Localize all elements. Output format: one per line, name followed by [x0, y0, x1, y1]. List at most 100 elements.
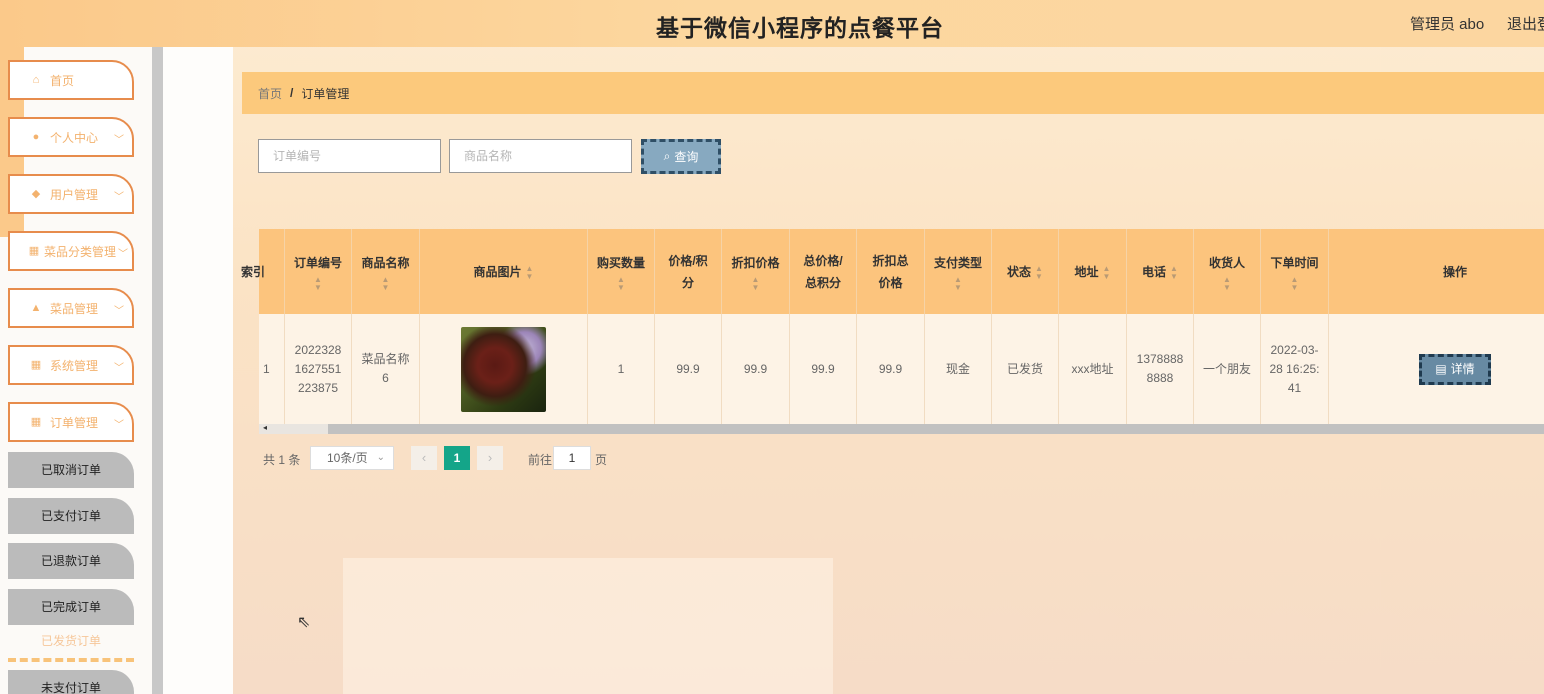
sidebar-item-profile[interactable]: ● 个人中心 ﹀ [8, 117, 134, 157]
col-header-product-name[interactable]: 商品名称 ▲ ▼ [352, 229, 420, 314]
detail-button-label: 详情 [1450, 361, 1475, 376]
sort-icon[interactable]: ▲ ▼ [1291, 275, 1299, 292]
orders-table: 索引 订单编号 ▲ ▼ 商品名称 ▲ ▼ 商品图片 ▲ ▼ 购买数量 ▲ ▼ 价格/积分 折扣价… [241, 229, 1544, 434]
sidebar-subitem-completed[interactable]: 已完成订单 [8, 589, 134, 625]
col-header-quantity[interactable]: 购买数量 ▲ ▼ [588, 229, 655, 314]
sidebar-item-label: 首页 [50, 73, 75, 88]
cell-order-time: 2022-03-28 16:25:41 [1261, 314, 1329, 424]
chevron-down-icon: ﹀ [118, 249, 128, 260]
header-label: 状态 [1007, 264, 1032, 279]
col-header-price[interactable]: 价格/积分 [655, 229, 722, 314]
sort-icon[interactable]: ▲ ▼ [954, 275, 962, 292]
sort-icon[interactable]: ▲ ▼ [1103, 264, 1111, 281]
cell-price: 99.9 [655, 314, 722, 424]
logout-link[interactable]: 退出登 [1507, 13, 1544, 34]
sort-icon[interactable]: ▲ ▼ [1035, 264, 1043, 281]
header-label: 电话 [1142, 264, 1167, 279]
goto-label: 前往 [528, 453, 553, 467]
user-icon: ● [32, 131, 40, 143]
cell-order-no: 20223281627551223875 [285, 314, 352, 424]
sidebar-item-users[interactable]: ◆ 用户管理 ﹀ [8, 174, 134, 214]
col-header-status[interactable]: 状态 ▲ ▼ [992, 229, 1059, 314]
cell-total: 99.9 [790, 314, 857, 424]
order-no-search-input[interactable] [258, 139, 441, 173]
col-header-pay-type[interactable]: 支付类型 ▲ ▼ [925, 229, 992, 314]
prev-page-button[interactable]: ‹ [411, 446, 437, 470]
sort-icon[interactable]: ▲ ▼ [526, 264, 534, 281]
col-header-total[interactable]: 总价格/总积分 [790, 229, 857, 314]
page-size-select[interactable]: 10条/页 ⌄ [310, 446, 394, 470]
sidebar-item-label: 菜品管理 [50, 301, 99, 316]
sidebar-scrollbar[interactable] [152, 47, 163, 694]
thumb-icon: ▲ [30, 302, 42, 314]
breadcrumb-home[interactable]: 首页 [258, 85, 282, 102]
header-label: 地址 [1074, 264, 1099, 279]
col-header-order-time[interactable]: 下单时间 ▲ ▼ [1261, 229, 1329, 314]
sidebar-subitem-shipped[interactable]: 已发货订单 [8, 626, 134, 662]
col-header-discount-total[interactable]: 折扣总价格 [857, 229, 925, 314]
sidebar-subitem-refunded[interactable]: 已退款订单 [8, 543, 134, 579]
col-header-image[interactable]: 商品图片 ▲ ▼ [420, 229, 588, 314]
shield-icon: ◆ [31, 188, 41, 200]
product-image[interactable] [461, 326, 546, 412]
admin-user-label[interactable]: 管理员 abo [1410, 13, 1484, 34]
sidebar-item-orders[interactable]: ▦ 订单管理 ﹀ [8, 402, 134, 442]
cell-discount-total: 99.9 [857, 314, 925, 424]
col-header-discount-price[interactable]: 折扣价格 ▲ ▼ [722, 229, 790, 314]
cell-image [420, 314, 588, 424]
breadcrumb-separator: / [290, 86, 294, 100]
content-gutter [163, 47, 233, 694]
goto-page-input[interactable]: 1 [553, 446, 591, 470]
sidebar-item-system[interactable]: ▦ 系统管理 ﹀ [8, 345, 134, 385]
col-header-phone[interactable]: 电话 ▲ ▼ [1127, 229, 1194, 314]
header-label: 操作 [1442, 264, 1467, 279]
breadcrumb-current: 订单管理 [301, 86, 350, 101]
sidebar-item-label: 系统管理 [50, 358, 99, 373]
header-label: 折扣总价格 [872, 253, 909, 290]
home-icon: ⌂ [32, 74, 40, 86]
header-label: 商品名称 [361, 255, 410, 270]
col-header-index[interactable]: 索引 [241, 229, 285, 314]
sidebar-subitem-paid[interactable]: 已支付订单 [8, 498, 134, 534]
top-header: 基于微信小程序的点餐平台 管理员 abo 退出登 [0, 0, 1544, 47]
sidebar-item-home[interactable]: ⌂ 首页 [8, 60, 134, 100]
cell-status: 已发货 [992, 314, 1059, 424]
table-horizontal-scrollbar[interactable]: ◂ [259, 423, 1544, 434]
product-name-search-input[interactable] [449, 139, 632, 173]
sort-icon[interactable]: ▲ ▼ [1223, 275, 1231, 292]
sidebar-subitem-unpaid[interactable]: 未支付订单 [8, 670, 134, 694]
col-header-address[interactable]: 地址 ▲ ▼ [1059, 229, 1127, 314]
sidebar-item-dishes[interactable]: ▲ 菜品管理 ﹀ [8, 288, 134, 328]
sort-icon[interactable]: ▲ ▼ [382, 275, 390, 292]
detail-button[interactable]: ▤ 详情 [1419, 353, 1491, 385]
page-number-current[interactable]: 1 [444, 446, 470, 470]
sort-icon[interactable]: ▲ ▼ [752, 275, 760, 292]
chevron-down-icon: ﹀ [114, 420, 124, 431]
header-label: 下单时间 [1270, 255, 1319, 270]
sort-icon[interactable]: ▲ ▼ [1170, 264, 1178, 281]
sort-icon[interactable]: ▲ ▼ [314, 275, 322, 292]
chevron-down-icon: ﹀ [114, 306, 124, 317]
query-button[interactable]: ⌕ 查询 [641, 139, 721, 174]
col-header-receiver[interactable]: 收货人 ▲ ▼ [1194, 229, 1261, 314]
cell-pay-type: 现金 [925, 314, 992, 424]
scrollbar-thumb[interactable] [328, 424, 1544, 434]
cell-address: xxx地址 [1059, 314, 1127, 424]
header-label: 支付类型 [933, 255, 982, 270]
header-label: 价格/积分 [668, 253, 708, 290]
header-label: 收货人 [1208, 255, 1245, 270]
sidebar-item-dish-categories[interactable]: ▦ 菜品分类管理 ﹀ [8, 231, 134, 271]
page-suffix-label: 页 [595, 453, 608, 467]
sidebar-subitem-cancelled[interactable]: 已取消订单 [8, 452, 134, 488]
next-page-button[interactable]: › [477, 446, 503, 470]
grid-icon: ▦ [30, 416, 42, 428]
sidebar-item-label: 用户管理 [50, 187, 99, 202]
scroll-left-arrow-icon[interactable]: ◂ [263, 423, 267, 432]
col-header-order-no[interactable]: 订单编号 ▲ ▼ [285, 229, 352, 314]
document-icon: ▤ [1435, 361, 1447, 376]
sort-icon[interactable]: ▲ ▼ [617, 275, 625, 292]
chevron-down-icon: ﹀ [114, 135, 124, 146]
cell-discount-price: 99.9 [722, 314, 790, 424]
col-header-actions: 操作 [1329, 229, 1544, 314]
grid-icon: ▦ [30, 359, 42, 371]
